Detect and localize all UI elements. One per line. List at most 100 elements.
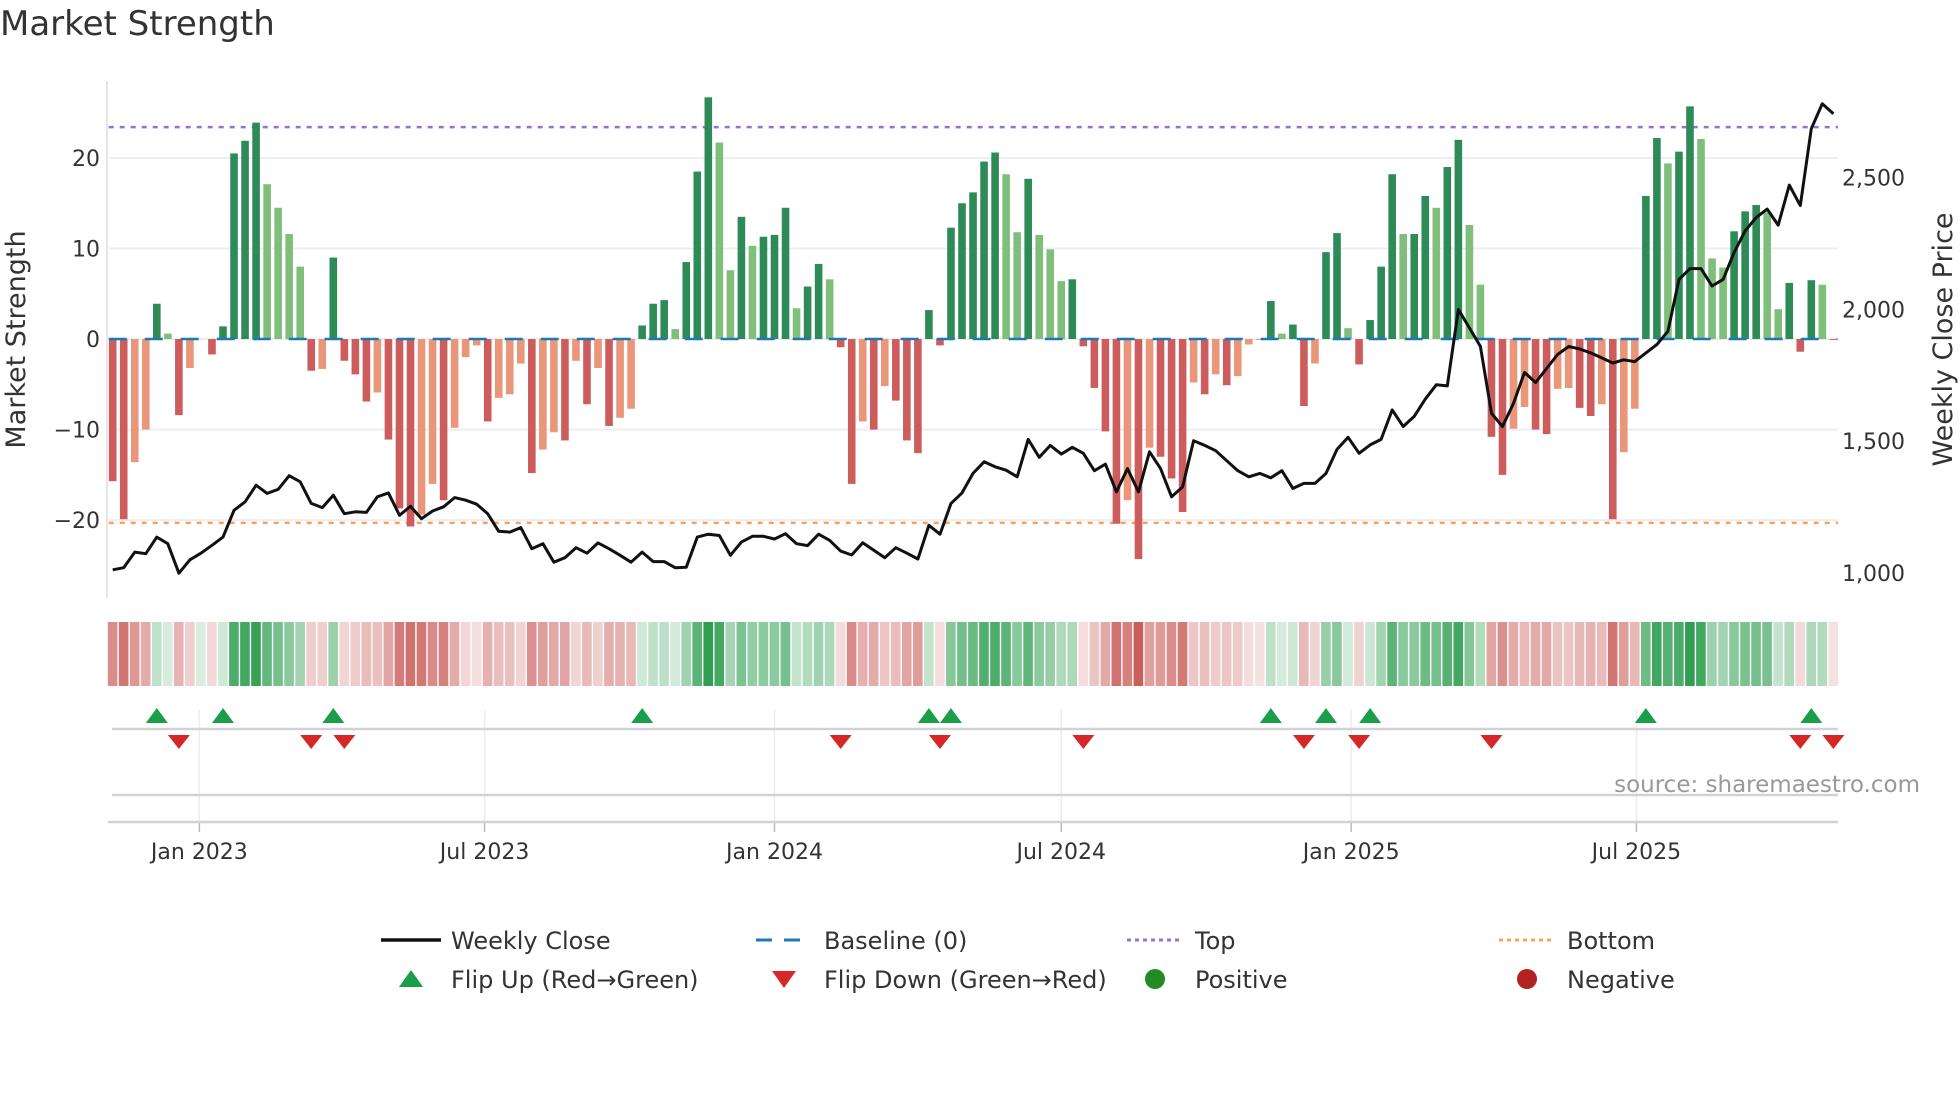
strength-bar <box>825 279 834 340</box>
flip-down-marker <box>1789 735 1812 749</box>
strength-heatmap-cell <box>1828 622 1839 686</box>
strength-heatmap-cell <box>1111 622 1122 686</box>
strength-bar <box>1377 266 1385 340</box>
strength-heatmap-cell <box>207 622 217 686</box>
strength-heatmap-cell <box>1563 622 1574 686</box>
strength-bar <box>1300 339 1308 407</box>
strength-bar <box>153 303 161 340</box>
flip-up-marker <box>1800 708 1823 723</box>
strength-heatmap-cell <box>118 622 129 686</box>
strength-heatmap-cell <box>890 622 901 686</box>
legend-label: Bottom <box>1567 927 1655 955</box>
strength-bar <box>1829 339 1838 340</box>
flip-up-marker <box>1359 708 1382 723</box>
strength-bar <box>925 310 933 340</box>
strength-bar <box>517 339 525 364</box>
flip-down-marker <box>1480 735 1503 749</box>
strength-bar <box>1421 195 1430 340</box>
strength-bar <box>539 339 547 450</box>
strength-heatmap-cell <box>1321 622 1331 686</box>
strength-heatmap-cell <box>1078 622 1089 686</box>
strength-heatmap-cell <box>868 622 879 686</box>
strength-heatmap-cell <box>1254 622 1265 686</box>
strength-bar <box>814 263 823 340</box>
strength-heatmap-cell <box>1453 622 1464 686</box>
strength-heatmap-cell <box>151 622 162 686</box>
strength-bar <box>572 339 580 361</box>
strength-bar <box>274 207 282 340</box>
strength-bar <box>980 161 988 340</box>
strength-heatmap-cell <box>1795 622 1806 686</box>
legend-label: Flip Up (Red→Green) <box>451 966 699 994</box>
strength-bar <box>583 339 591 405</box>
strength-heatmap-cell <box>350 622 361 686</box>
strength-bar <box>682 262 691 340</box>
strength-heatmap-cell <box>460 622 471 686</box>
strength-bar <box>241 140 249 340</box>
strength-bar <box>1686 106 1694 340</box>
strength-bar <box>1498 339 1507 475</box>
strength-heatmap-cell <box>1122 622 1133 686</box>
strength-bar <box>649 303 657 340</box>
flip-up-marker <box>917 708 940 723</box>
source-label: source: sharemaestro.com <box>1614 772 1920 798</box>
strength-bar <box>230 153 238 340</box>
y-tick-label: 20 <box>72 147 100 172</box>
strength-heatmap-cell <box>240 622 250 686</box>
strength-heatmap-cell <box>339 622 350 686</box>
flip-up-marker <box>939 708 962 723</box>
strength-bar <box>505 339 514 395</box>
strength-heatmap-cell <box>1475 622 1486 686</box>
strength-bar <box>1189 339 1198 383</box>
strength-bar <box>351 339 360 375</box>
strength-heatmap-cell <box>593 622 603 686</box>
strength-bar <box>1278 333 1286 340</box>
strength-bar <box>362 339 371 402</box>
strength-bar <box>208 339 216 355</box>
strength-heatmap-cell <box>571 622 581 686</box>
strength-bar <box>1322 252 1330 340</box>
strength-heatmap-cell <box>692 622 703 686</box>
strength-heatmap-cell <box>990 622 1000 686</box>
strength-bar <box>1333 233 1341 340</box>
strength-heatmap-cell <box>1618 622 1629 686</box>
strength-bar <box>329 257 338 340</box>
strength-bar <box>726 270 735 340</box>
flip-down-marker <box>1822 735 1845 749</box>
flip-down-marker <box>167 735 190 749</box>
strength-heatmap-cell <box>1310 622 1320 686</box>
strength-bar <box>903 339 911 441</box>
strength-bar <box>252 122 260 340</box>
y-tick-label: 0 <box>86 328 100 353</box>
strength-heatmap-cell <box>659 622 669 686</box>
strength-bar <box>627 339 635 409</box>
strength-bar <box>119 339 128 520</box>
strength-bar <box>1156 339 1165 457</box>
strength-bar <box>1697 138 1705 340</box>
strength-heatmap-cell <box>317 622 327 686</box>
strength-heatmap-cell <box>273 622 283 686</box>
x-tick-label: Jan 2023 <box>149 840 248 865</box>
strength-bar <box>792 308 801 340</box>
strength-bar <box>1597 339 1606 405</box>
legend-label: Negative <box>1567 966 1675 994</box>
strength-heatmap-cell <box>879 622 890 686</box>
strength-bar <box>528 339 536 474</box>
strength-heatmap-cell <box>1332 622 1342 686</box>
strength-bar <box>748 245 757 340</box>
strength-heatmap-cell <box>1188 622 1199 686</box>
strength-heatmap-cell <box>515 622 526 686</box>
strength-bar <box>384 339 393 440</box>
strength-bar <box>1013 232 1021 340</box>
strength-heatmap-cell <box>846 622 857 686</box>
strength-heatmap-cell <box>394 622 405 686</box>
strength-heatmap-cell <box>537 622 548 686</box>
strength-heatmap-cell <box>1199 622 1210 686</box>
strength-heatmap-cell <box>1751 622 1761 686</box>
strength-heatmap-cell <box>1133 622 1144 686</box>
strength-bar <box>1774 309 1783 340</box>
strength-heatmap-cell <box>1243 622 1254 686</box>
strength-heatmap-cell <box>1100 622 1111 686</box>
strength-heatmap-cell <box>251 622 261 686</box>
strength-heatmap-cell <box>1420 622 1430 686</box>
